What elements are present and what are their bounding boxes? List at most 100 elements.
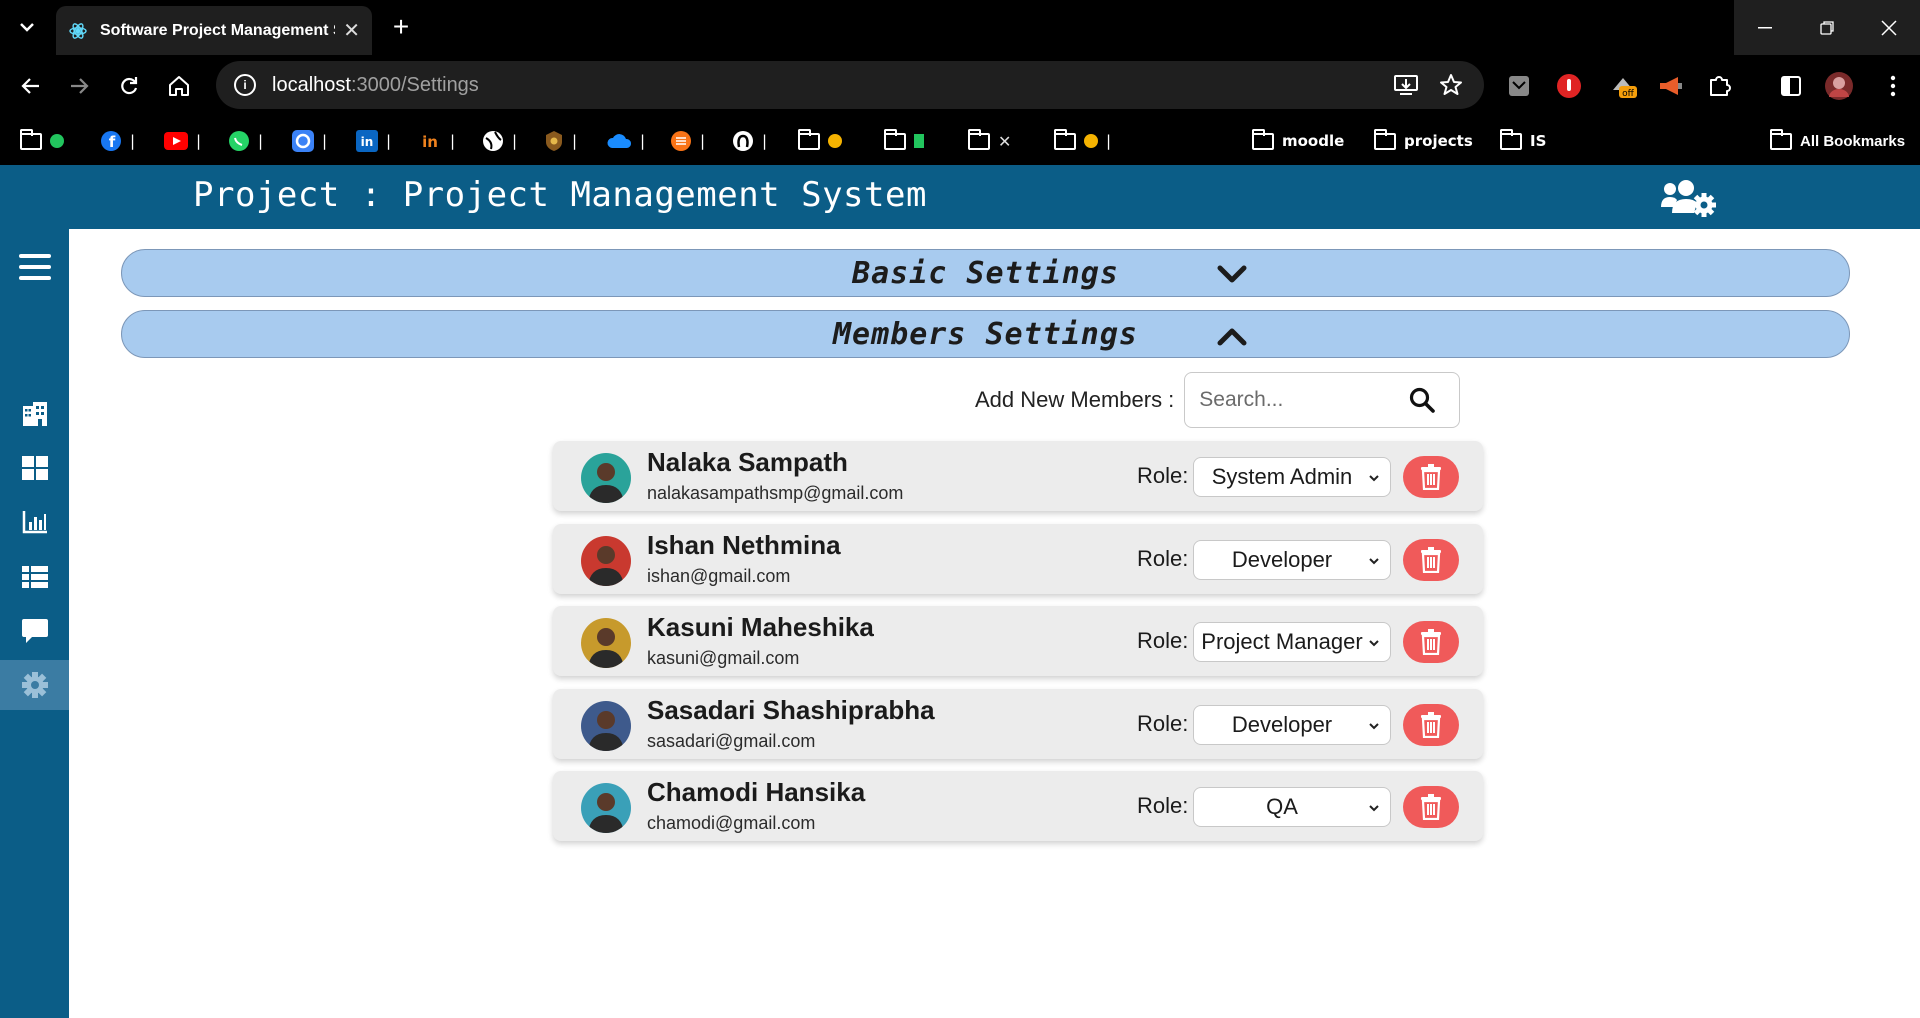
bookmark-onedrive[interactable]: | [606, 125, 645, 157]
install-app-icon[interactable] [1392, 71, 1420, 99]
bookmark-crest[interactable]: | [544, 125, 577, 157]
chevron-down-icon [1369, 475, 1379, 482]
bookmark-label: IS [1530, 132, 1547, 150]
tab-close-icon[interactable]: ✕ [343, 18, 360, 43]
role-select[interactable]: Developer [1193, 705, 1391, 745]
extension-puzzle-grid-icon[interactable] [1504, 71, 1534, 101]
avatar [581, 618, 631, 668]
role-select[interactable]: QA [1193, 787, 1391, 827]
trash-icon [1421, 712, 1441, 738]
window-restore-button[interactable] [1796, 0, 1858, 55]
delete-member-button[interactable] [1403, 456, 1459, 498]
bookmark-grammarly[interactable]: | [292, 125, 327, 157]
members-settings-accordion[interactable]: Members Settings [121, 310, 1850, 358]
role-label: Role: [1137, 628, 1189, 653]
extension-megaphone-icon[interactable] [1656, 71, 1686, 101]
bookmark-whatsapp[interactable]: | [228, 125, 263, 157]
bookmark-moodle[interactable]: moodle [1252, 125, 1344, 157]
gear-icon [21, 672, 48, 698]
chevron-down-icon [1369, 805, 1379, 812]
green-dot-icon [50, 134, 64, 148]
bookmark-linkedin[interactable]: in | [356, 125, 391, 157]
member-search-input[interactable] [1199, 388, 1410, 412]
browser-menu-icon[interactable] [1878, 71, 1908, 101]
cloud-icon [607, 134, 632, 148]
role-selected-value: QA [1266, 794, 1298, 819]
tools-icon: ✕ [998, 131, 1012, 151]
add-members-label: Add New Members : [975, 387, 1175, 412]
basic-settings-accordion[interactable]: Basic Settings [121, 249, 1850, 297]
bookmark-folder-smile[interactable]: | [1054, 125, 1111, 157]
new-tab-button[interactable]: + [384, 10, 418, 44]
bookmark-folder-emoji[interactable] [798, 125, 842, 157]
window-minimize-button[interactable] [1734, 0, 1796, 55]
role-label: Role: [1137, 793, 1189, 818]
browser-tab-active[interactable]: Software Project Management Sy ✕ [56, 6, 372, 55]
member-name: Sasadari Shashiprabha [647, 695, 935, 725]
url-path: :3000/Settings [350, 73, 479, 96]
search-icon[interactable] [1409, 387, 1436, 413]
side-panel-icon[interactable] [1776, 71, 1806, 101]
forward-button[interactable] [64, 71, 94, 101]
browser-toolbar: i localhost:3000/Settings off [0, 55, 1920, 117]
delete-member-button[interactable] [1403, 786, 1459, 828]
address-bar[interactable]: i localhost:3000/Settings [216, 61, 1484, 109]
app-header: Project : Project Management System [0, 165, 1920, 229]
role-selected-value: Developer [1231, 547, 1333, 572]
bookmarks-bar: f | | | | in | in | | | | | | ✕ | moodle… [0, 117, 1920, 165]
youtube-icon [164, 132, 188, 150]
users-gear-icon[interactable] [1660, 179, 1716, 217]
role-select[interactable]: System Admin [1193, 457, 1391, 497]
sidebar-item-reports[interactable] [0, 497, 69, 547]
sidebar-item-dashboard[interactable] [0, 443, 69, 493]
delete-member-button[interactable] [1403, 539, 1459, 581]
member-email: ishan@gmail.com [647, 566, 791, 586]
extensions-puzzle-icon[interactable] [1704, 71, 1734, 101]
extension-adblock-icon[interactable] [1554, 71, 1584, 101]
bookmark-facebook[interactable]: f | [100, 125, 135, 157]
avatar [581, 783, 631, 833]
sidebar-item-tasks[interactable] [0, 552, 69, 602]
folder-icon [20, 128, 42, 150]
avatar [581, 701, 631, 751]
role-select[interactable]: Project Manager [1193, 622, 1391, 662]
sidebar-item-settings[interactable] [0, 660, 69, 710]
back-button[interactable] [16, 71, 46, 101]
smile-emoji-icon [1084, 134, 1098, 148]
bookmark-github[interactable]: | [732, 125, 767, 157]
bookmark-youtube[interactable]: | [164, 125, 201, 157]
bookmark-all-bookmarks[interactable]: All Bookmarks [1770, 125, 1905, 157]
bookmark-label: All Bookmarks [1800, 132, 1906, 150]
tab-search-button[interactable] [10, 10, 44, 44]
folder-icon [798, 128, 820, 150]
bookmark-projects[interactable]: projects [1374, 125, 1473, 157]
bookmark-orange-circle[interactable]: | [670, 125, 705, 157]
react-favicon-icon [69, 22, 87, 39]
site-info-icon[interactable]: i [234, 74, 256, 96]
dashboard-grid-icon [21, 456, 48, 480]
bookmark-star-icon[interactable] [1437, 71, 1465, 99]
sidebar-menu-toggle[interactable] [0, 242, 69, 292]
delete-member-button[interactable] [1403, 621, 1459, 663]
member-search-box[interactable] [1184, 372, 1461, 428]
sidebar-item-projects[interactable] [0, 388, 69, 438]
extension-off-icon[interactable]: off [1608, 71, 1638, 101]
bookmark-in-orange[interactable]: in | [418, 125, 455, 157]
in-logo-icon: in [422, 133, 438, 151]
role-select[interactable]: Developer [1193, 540, 1391, 580]
home-button[interactable] [164, 71, 194, 101]
profile-avatar-icon[interactable] [1824, 71, 1854, 101]
delete-member-button[interactable] [1403, 704, 1459, 746]
bookmark-globe[interactable]: | [482, 125, 517, 157]
reload-button[interactable] [114, 71, 144, 101]
globe-icon [483, 131, 503, 151]
window-close-button[interactable] [1858, 0, 1920, 55]
bookmark-folder-tools[interactable]: ✕ [968, 125, 1011, 157]
bookmark-is[interactable]: IS [1500, 125, 1546, 157]
bar-chart-icon [22, 511, 47, 534]
bookmark-folder-green[interactable] [20, 125, 64, 157]
sidebar-item-chat[interactable] [0, 606, 69, 656]
chat-icon [21, 619, 48, 643]
member-email: kasuni@gmail.com [647, 648, 800, 668]
bookmark-folder-book[interactable] [884, 125, 924, 157]
